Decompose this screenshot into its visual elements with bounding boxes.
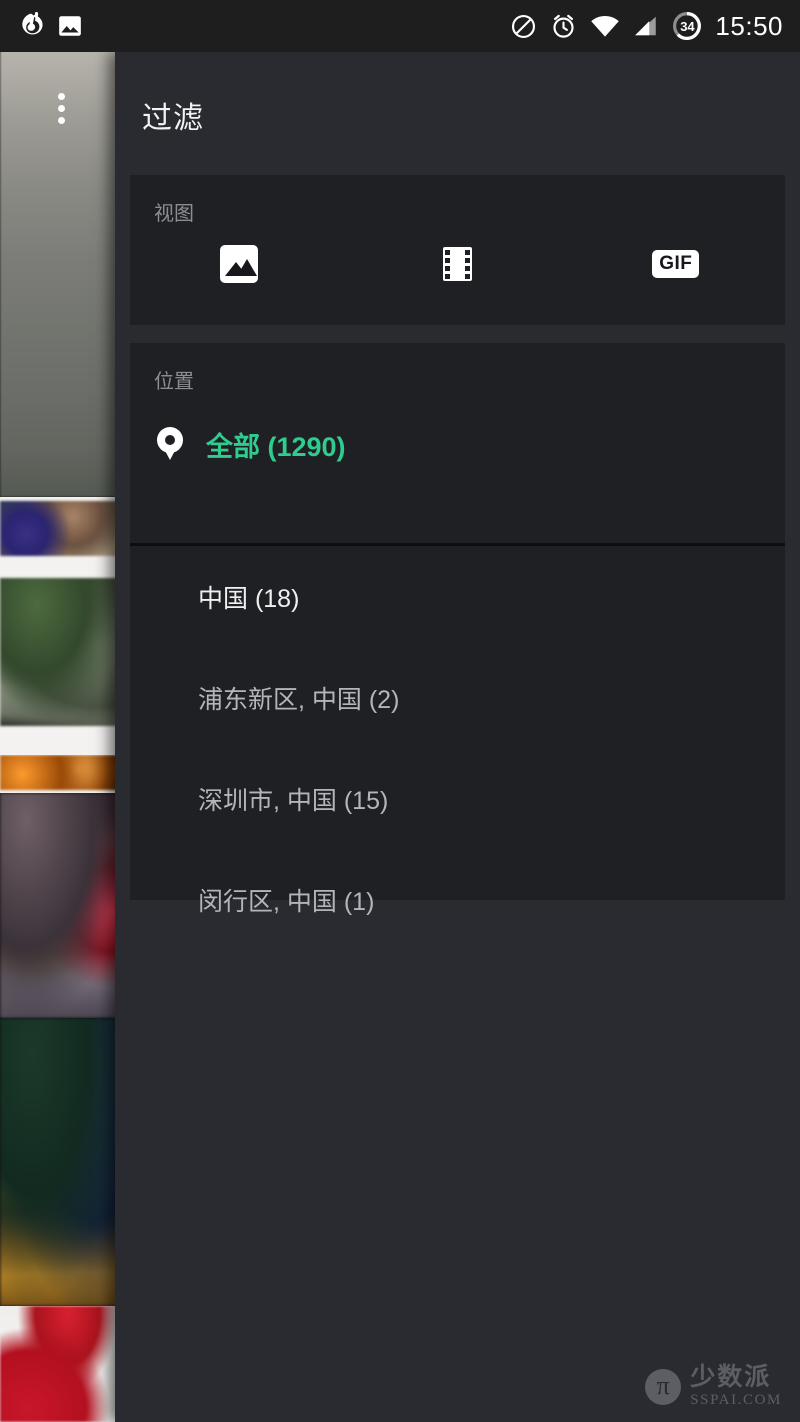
gallery-notification-icon [59, 16, 81, 36]
alarm-icon [553, 14, 574, 38]
watermark-text: 少数派 SSPAI.COM [690, 1365, 782, 1408]
netease-music-icon [22, 12, 43, 35]
filter-drawer: 过滤 视图 GIF 位置 全部 (1290) 中国 (18) 浦东新区, 中国 … [115, 52, 800, 1422]
phone-screen: 34 15:50 过滤 视图 GIF 位置 全部 (1290) 中国 (18) … [0, 0, 800, 1422]
photo-thumbnail[interactable] [0, 755, 130, 793]
gallery-background[interactable] [0, 0, 130, 1422]
list-item[interactable]: 闵行区, 中国 (1) [130, 849, 785, 950]
photo-thumbnail[interactable] [0, 1306, 130, 1422]
watermark-name-en: SSPAI.COM [690, 1392, 782, 1408]
status-bar: 34 15:50 [0, 0, 800, 52]
view-filter-card: 视图 GIF [130, 175, 785, 325]
location-section-label: 位置 [154, 371, 194, 393]
background-blurred-photo [0, 0, 130, 497]
view-option-videos[interactable] [348, 247, 566, 281]
location-item-label: 中国 (18) [198, 584, 300, 613]
location-filter-card: 位置 全部 (1290) 中国 (18) 浦东新区, 中国 (2) 深圳市, 中… [130, 343, 785, 916]
photo-thumbnail[interactable] [0, 1018, 130, 1306]
do-not-disturb-icon [512, 14, 536, 38]
location-all-label: 全部 (1290) [206, 431, 346, 462]
photo-thumbnail[interactable] [0, 575, 130, 755]
location-item-label: 闵行区, 中国 (1) [198, 887, 375, 916]
watermark-name-cn: 少数派 [690, 1363, 772, 1391]
map-pin-icon [157, 427, 183, 461]
battery-icon: 34 [672, 11, 702, 41]
view-section-label: 视图 [154, 203, 194, 225]
location-item-all[interactable]: 全部 (1290) [130, 405, 785, 483]
photo-thumbnail[interactable] [0, 497, 130, 575]
location-item-label: 浦东新区, 中国 (2) [198, 685, 400, 714]
status-bar-notifications [0, 0, 83, 52]
list-item[interactable]: 深圳市, 中国 (15) [130, 748, 785, 849]
more-options-icon[interactable] [58, 93, 65, 124]
status-bar-system-icons: 34 15:50 [510, 0, 800, 52]
page-title: 过滤 [142, 102, 204, 135]
list-item[interactable]: 中国 (18) [130, 546, 785, 647]
status-bar-clock: 15:50 [715, 10, 783, 41]
film-icon [442, 247, 472, 281]
gif-icon: GIF [652, 250, 700, 278]
view-options-row: GIF [130, 245, 785, 283]
pi-symbol: π [656, 1370, 670, 1400]
list-item[interactable]: 浦东新区, 中国 (2) [130, 647, 785, 748]
watermark: π 少数派 SSPAI.COM [645, 1365, 782, 1408]
image-icon [220, 245, 259, 283]
photo-thumbnail[interactable] [0, 793, 130, 1018]
view-option-photos[interactable] [130, 245, 348, 283]
location-item-label: 深圳市, 中国 (15) [198, 786, 389, 815]
view-option-gifs[interactable]: GIF [567, 250, 785, 278]
battery-level-text: 34 [680, 18, 695, 34]
wifi-icon [591, 16, 620, 37]
pi-logo-icon: π [645, 1368, 682, 1405]
cellular-signal-icon [635, 16, 657, 36]
